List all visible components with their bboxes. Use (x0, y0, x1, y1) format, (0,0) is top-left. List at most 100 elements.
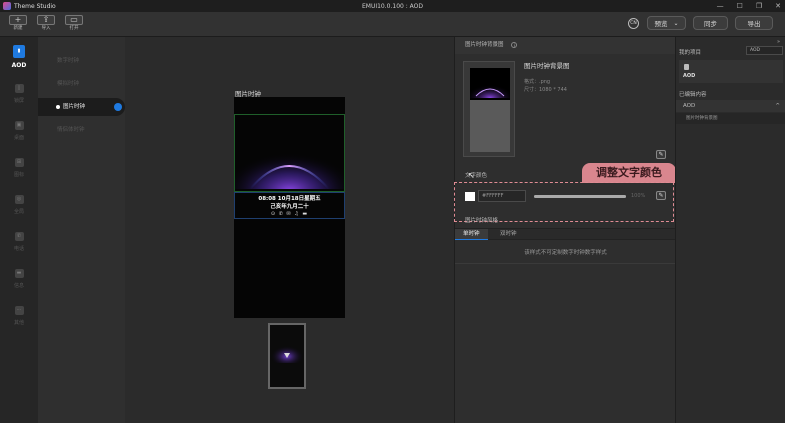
clock-time-text: 08:08 10月18日星期五 (258, 196, 321, 202)
close-icon[interactable]: ✕ (775, 2, 781, 10)
opacity-slider[interactable] (534, 195, 626, 198)
maximize-icon[interactable]: ☐ (737, 2, 743, 10)
rail-item-label: 图标 (13, 172, 24, 178)
clock-style-label: 图片时钟风格 (465, 218, 499, 224)
app-name: Theme Studio (14, 2, 56, 10)
rail-item-home[interactable]: ▣ 桌面 (0, 117, 38, 147)
rail-item-label: AOD (11, 62, 27, 69)
app-logo-icon (3, 2, 11, 10)
image-area-guide[interactable] (234, 114, 345, 192)
background-format: 格式：.png (524, 79, 551, 85)
background-thumbnail-image (470, 68, 510, 100)
window-title: EMUI10.0.100 : AOD (361, 2, 424, 10)
preview-label: 预览 (654, 20, 668, 28)
callout-label: 调整文字颜色 (582, 163, 676, 183)
import-button[interactable]: ⇪ 导入 (36, 15, 56, 35)
home-icon: ▣ (14, 121, 24, 130)
opacity-value: 100% (631, 193, 646, 199)
properties-panel: 图片时钟背景图 i 图片时钟背景图 格式：.png 尺寸：1080 * 744 … (454, 37, 676, 423)
preview-thumbnail[interactable] (268, 323, 306, 389)
preview-canvas: 图片时钟 08:08 10月18日星期五 己亥年九月二十 ⊙ ✆ ✉ ♫ ▬ (125, 37, 454, 423)
thumbnail-image (270, 341, 304, 363)
my-projects-title: 我的项目 (679, 50, 702, 56)
rail-item-icons[interactable]: ⊞ 图标 (0, 154, 38, 184)
phone-icon: ▮ (13, 45, 25, 58)
rail-item-other[interactable]: ⋯ 其他 (0, 302, 38, 332)
rail-item-label: 桌面 (13, 135, 24, 141)
more-icon: ⋯ (14, 306, 24, 315)
submenu-item-image-clock[interactable]: 图片时钟 (38, 98, 125, 116)
tab-message: 该样式不可定制数字时钟数字样式 (524, 250, 607, 256)
properties-header: 图片时钟背景图 i (455, 37, 676, 54)
toolbar: + 新建 ⇪ 导入 ▭ 打开 CN 预览 ⌄ 同步 导出 (0, 12, 785, 37)
sync-button[interactable]: 同步 (693, 16, 728, 30)
grid-icon: ⊞ (14, 158, 24, 167)
selected-check-icon (114, 103, 122, 111)
tab-single-clock[interactable]: 单时钟 (455, 229, 488, 240)
project-select[interactable]: AOD (746, 46, 783, 55)
edited-group-label: AOD (683, 103, 696, 109)
chevron-down-icon[interactable]: ⌄ (673, 20, 678, 27)
message-icon: ▬ (14, 269, 24, 278)
project-card-aod[interactable]: AOD (679, 60, 783, 83)
rail-item-label: 锁屏 (13, 98, 24, 104)
rail-item-phone[interactable]: ✆ 电话 (0, 228, 38, 258)
text-color-swatch[interactable] (465, 192, 475, 201)
language-badge[interactable]: CN (628, 18, 639, 29)
window-controls: — ☐ ❐ ✕ (717, 0, 781, 12)
background-size: 尺寸：1080 * 744 (524, 87, 567, 93)
module-rail: ▮ AOD ▯ 锁屏 ▣ 桌面 ⊞ 图标 ◎ 全局 ✆ 电话 ▬ 信息 ⋯ 其他 (0, 37, 38, 423)
selected-dot-icon (56, 104, 60, 109)
phone-icon (684, 64, 689, 70)
project-card-label: AOD (683, 73, 696, 79)
title-bar: Theme Studio EMUI10.0.100 : AOD — ☐ ❐ ✕ (0, 0, 785, 12)
edited-group-aod[interactable]: AOD ^ (676, 100, 785, 112)
plus-icon: + (9, 15, 27, 25)
edit-color-icon[interactable]: ✎ (656, 191, 666, 200)
app-window: Theme Studio EMUI10.0.100 : AOD — ☐ ❐ ✕ … (0, 0, 785, 423)
background-thumbnail-frame (470, 68, 510, 152)
export-button[interactable]: 导出 (735, 16, 773, 30)
info-icon[interactable]: i (511, 41, 518, 48)
submenu-item-couple-clock[interactable]: 情侣体时钟 (38, 121, 125, 139)
open-button[interactable]: ▭ 打开 (64, 15, 84, 35)
clock-style-tabs: 单时钟 双时钟 (455, 228, 676, 240)
new-label: 新建 (13, 26, 23, 31)
minimize-icon[interactable]: — (717, 2, 724, 10)
rail-item-aod[interactable]: ▮ AOD (0, 41, 38, 71)
edit-background-icon[interactable]: ✎ (656, 150, 666, 159)
background-title: 图片时钟背景图 (524, 62, 570, 70)
rail-item-label: 电话 (13, 246, 24, 252)
rail-item-label: 信息 (13, 283, 24, 289)
open-label: 打开 (69, 26, 79, 31)
properties-header-label: 图片时钟背景图 (465, 42, 504, 48)
background-thumbnail[interactable] (463, 61, 515, 157)
edited-item[interactable]: 图片时钟背景图 (676, 113, 785, 124)
submenu-item-analog-clock[interactable]: 模拟时钟 (38, 75, 125, 93)
background-thumbnail-art (470, 76, 510, 98)
edited-content-title: 已编辑内容 (679, 92, 707, 98)
import-label: 导入 (41, 26, 51, 31)
restore-icon[interactable]: ❐ (756, 2, 762, 10)
chevron-up-icon[interactable]: ^ (775, 100, 780, 112)
clock-type-menu: 数字时钟 模拟时钟 图片时钟 情侣体时钟 (38, 37, 125, 423)
notification-icons: ⊙ ✆ ✉ ♫ ▬ (270, 211, 309, 217)
clock-lunar-text: 己亥年九月二十 (270, 204, 309, 210)
mouse-cursor-icon: ↖ (468, 171, 475, 180)
submenu-item-digital-clock[interactable]: 数字时钟 (38, 52, 125, 70)
globe-icon: ◎ (14, 195, 24, 204)
hex-color-input[interactable]: #FFFFFF (478, 190, 526, 202)
preview-button[interactable]: 预览 ⌄ (647, 16, 686, 30)
rail-item-lockscreen[interactable]: ▯ 锁屏 (0, 80, 38, 110)
collapse-panel-icon[interactable]: » (777, 39, 780, 45)
rail-item-label: 其他 (13, 320, 24, 326)
phone-preview[interactable]: 08:08 10月18日星期五 己亥年九月二十 ⊙ ✆ ✉ ♫ ▬ (234, 97, 345, 318)
rail-item-message[interactable]: ▬ 信息 (0, 265, 38, 295)
lock-icon: ▯ (14, 84, 24, 93)
new-button[interactable]: + 新建 (8, 15, 28, 35)
rail-item-label: 全局 (13, 209, 24, 215)
rail-item-global[interactable]: ◎ 全局 (0, 191, 38, 221)
opacity-slider-fill (534, 195, 626, 198)
tab-dual-clock[interactable]: 双时钟 (492, 229, 525, 240)
call-icon: ✆ (14, 232, 24, 241)
